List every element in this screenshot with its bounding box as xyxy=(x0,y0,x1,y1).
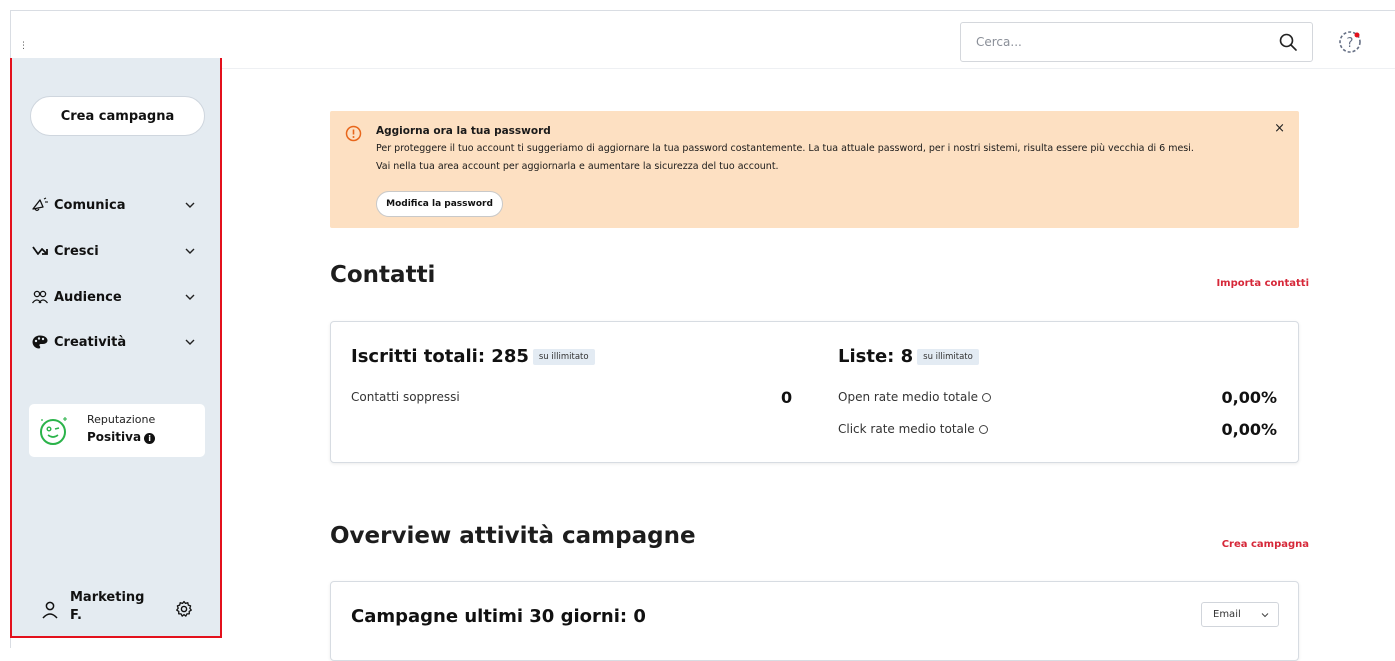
lists-total: Liste: 8 su illimitato xyxy=(838,346,979,367)
change-password-button[interactable]: Modifica la password xyxy=(376,191,503,217)
sidebar-item-cresci[interactable]: Cresci xyxy=(30,240,205,262)
clock-icon[interactable] xyxy=(982,393,992,402)
lists-badge: su illimitato xyxy=(917,349,979,365)
reputation-label: Reputazione xyxy=(87,413,156,426)
sidebar: Crea campagna Comunica Cresci Audience C… xyxy=(10,58,222,638)
chevron-down-icon xyxy=(185,339,195,345)
palette-icon xyxy=(30,333,50,351)
reputation-value: Positiva i xyxy=(87,430,156,444)
menu-dots-icon[interactable]: ⋮ xyxy=(19,41,28,51)
chevron-down-icon xyxy=(185,294,195,300)
sidebar-item-label: Cresci xyxy=(54,243,99,259)
user-name: Marketing F. xyxy=(70,590,145,623)
chevron-down-icon xyxy=(185,248,195,254)
sidebar-item-creativita[interactable]: Creatività xyxy=(30,331,205,353)
sidebar-item-label: Comunica xyxy=(54,197,126,213)
help-icon[interactable]: ? xyxy=(1337,29,1363,55)
suppressed-value: 0 xyxy=(781,388,793,407)
info-icon[interactable]: i xyxy=(144,433,156,444)
overview-card: Campagne ultimi 30 giorni: 0 Email xyxy=(330,581,1299,661)
contacts-heading: Contatti xyxy=(330,262,436,288)
select-value: Email xyxy=(1213,609,1241,620)
user-account[interactable]: Marketing F. xyxy=(30,588,205,628)
megaphone-icon xyxy=(30,196,50,214)
search-box[interactable] xyxy=(960,22,1313,62)
clock-icon[interactable] xyxy=(978,425,988,434)
smiley-face-icon xyxy=(40,417,67,445)
overview-heading: Overview attività campagne xyxy=(330,523,696,549)
open-rate-label: Open rate medio totale xyxy=(838,390,992,404)
alert-title: Aggiorna ora la tua password xyxy=(376,125,551,137)
alert-text-line-2: Vai nella tua area account per aggiornar… xyxy=(376,161,779,172)
campaigns-last-30-days: Campagne ultimi 30 giorni: 0 xyxy=(351,606,646,627)
svg-text:?: ? xyxy=(1347,36,1354,51)
close-icon[interactable]: × xyxy=(1274,121,1285,136)
search-icon[interactable] xyxy=(1278,32,1298,52)
sidebar-item-label: Audience xyxy=(54,289,122,305)
gear-icon[interactable] xyxy=(175,600,193,618)
people-icon xyxy=(30,288,50,306)
create-campaign-link[interactable]: Crea campagna xyxy=(1222,539,1309,550)
alert-text-line-1: Per proteggere il tuo account ti suggeri… xyxy=(376,143,1194,154)
sidebar-item-label: Creatività xyxy=(54,334,127,350)
subscribers-badge: su illimitato xyxy=(532,349,595,365)
suppressed-label: Contatti soppressi xyxy=(351,390,460,404)
sidebar-item-comunica[interactable]: Comunica xyxy=(30,194,205,216)
warning-icon xyxy=(345,125,362,142)
growth-arrow-icon xyxy=(30,242,50,260)
chevron-down-icon xyxy=(1261,613,1269,618)
open-rate-value: 0,00% xyxy=(1221,388,1277,407)
search-input[interactable] xyxy=(961,23,1261,61)
click-rate-value: 0,00% xyxy=(1221,420,1277,439)
sidebar-item-audience[interactable]: Audience xyxy=(30,286,205,308)
chevron-down-icon xyxy=(185,202,195,208)
reputation-card[interactable]: Reputazione Positiva i xyxy=(29,404,205,457)
user-icon xyxy=(42,601,58,619)
import-contacts-link[interactable]: Importa contatti xyxy=(1216,278,1309,289)
channel-select[interactable]: Email xyxy=(1201,602,1279,627)
contacts-card: Iscritti totali: 285 su illimitato Contat… xyxy=(330,321,1299,463)
subscribers-total: Iscritti totali: 285 su illimitato xyxy=(351,346,595,367)
click-rate-label: Click rate medio totale xyxy=(838,422,988,436)
password-alert: Aggiorna ora la tua password Per protegg… xyxy=(330,111,1299,228)
create-campaign-button[interactable]: Crea campagna xyxy=(30,96,205,136)
